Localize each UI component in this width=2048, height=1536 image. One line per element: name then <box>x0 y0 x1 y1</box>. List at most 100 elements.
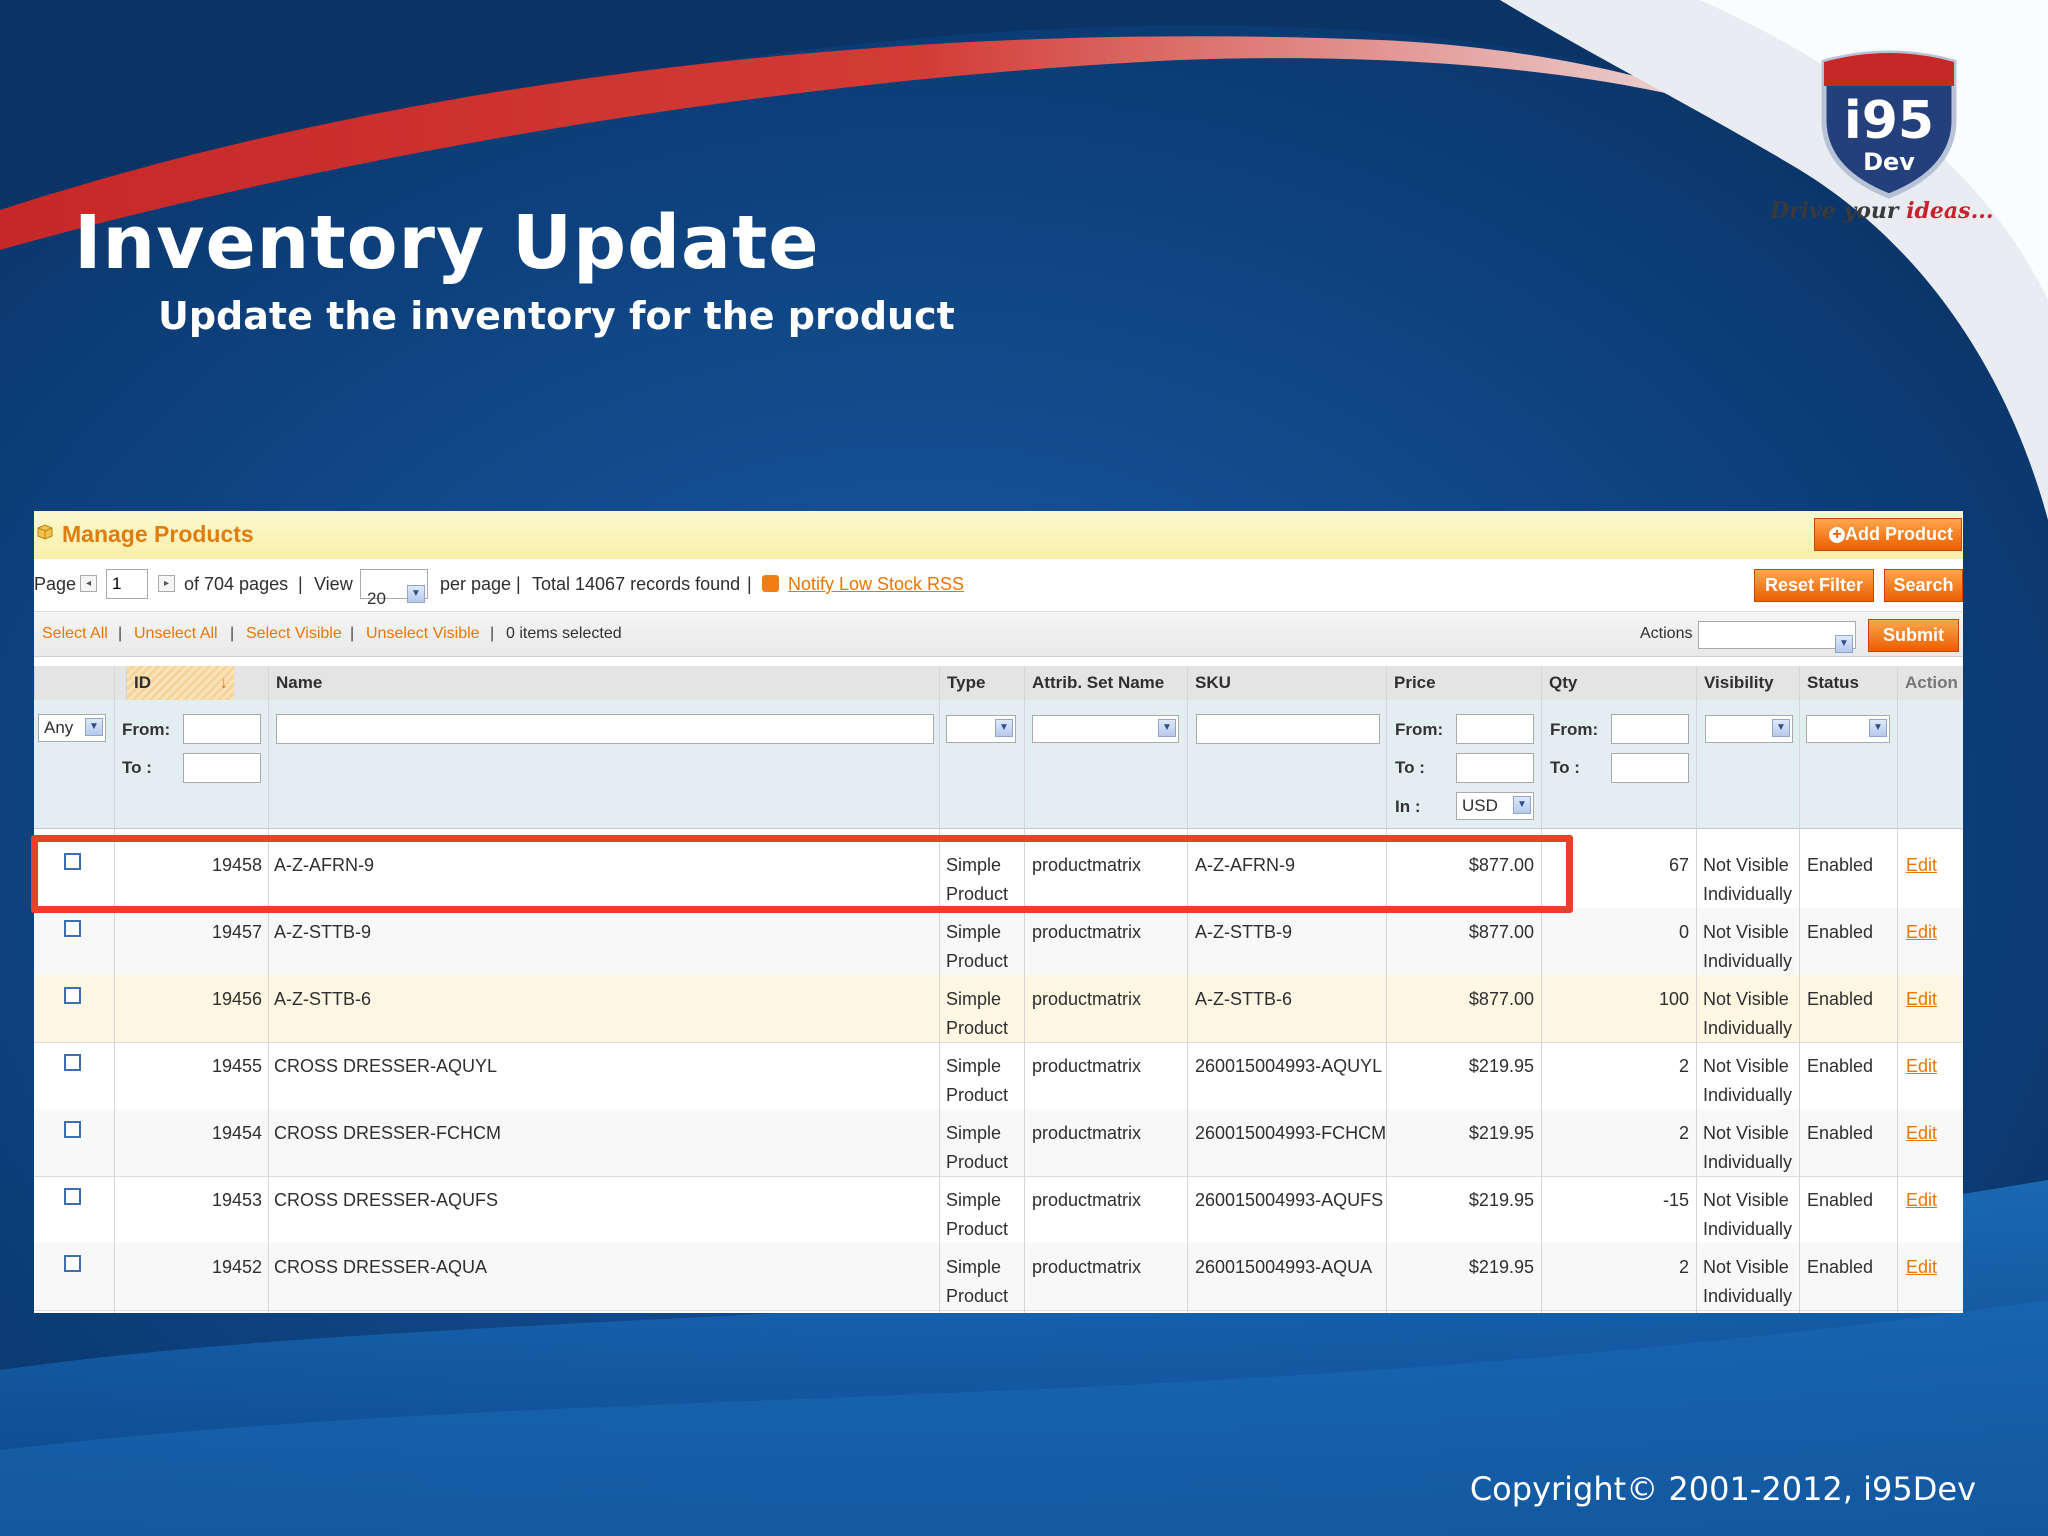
cell-price: $877.00 <box>1468 989 1534 1009</box>
add-product-button[interactable]: + Add Product <box>1814 518 1962 551</box>
sku-filter-input[interactable] <box>1196 714 1380 744</box>
cell-attrib-set: productmatrix <box>1032 1123 1142 1143</box>
edit-link[interactable]: Edit <box>1906 1119 1937 1148</box>
plus-icon: + <box>1829 527 1845 543</box>
cell-status: Enabled <box>1807 1190 1874 1210</box>
row-checkbox[interactable] <box>64 1121 81 1138</box>
cell-qty: 100 <box>1658 989 1689 1009</box>
cell-qty: 2 <box>1678 1056 1689 1076</box>
edit-link[interactable]: Edit <box>1906 1253 1937 1282</box>
visibility-filter-select[interactable]: ▼ <box>1705 715 1793 743</box>
chevron-down-icon: ▼ <box>1835 635 1853 653</box>
column-header-attrib-set[interactable]: Attrib. Set Name <box>1024 666 1187 700</box>
row-checkbox[interactable] <box>64 1188 81 1205</box>
cell-price: $219.95 <box>1468 1190 1534 1210</box>
id-to-input[interactable] <box>183 753 261 783</box>
cell-qty: 2 <box>1678 1123 1689 1143</box>
column-header-type[interactable]: Type <box>939 666 1024 700</box>
edit-link[interactable]: Edit <box>1906 851 1937 880</box>
column-header-action: Action <box>1897 666 1963 700</box>
column-divider <box>114 666 115 1313</box>
page-number-input[interactable] <box>106 569 148 599</box>
separator: | <box>118 625 123 642</box>
column-divider <box>1541 666 1542 1313</box>
price-from-label: From: <box>1395 720 1444 739</box>
qty-to-input[interactable] <box>1611 753 1689 783</box>
column-header-status[interactable]: Status <box>1799 666 1897 700</box>
qty-from-input[interactable] <box>1611 714 1689 744</box>
reset-filter-button[interactable]: Reset Filter <box>1754 569 1874 602</box>
grid-filter-row: Any ▼ From: To : ▼ ▼ From: To : In : USD… <box>34 700 1963 829</box>
massaction-filter-select[interactable]: Any ▼ <box>38 714 106 742</box>
edit-link[interactable]: Edit <box>1906 1186 1937 1215</box>
cell-id: 19454 <box>211 1123 262 1143</box>
separator: | <box>298 574 303 594</box>
table-row[interactable]: 19454 CROSS DRESSER-FCHCM Simple Product … <box>34 1109 1963 1177</box>
separator: | <box>490 625 495 642</box>
column-divider <box>268 666 269 1313</box>
search-button[interactable]: Search <box>1884 569 1963 602</box>
id-from-label: From: <box>122 720 171 739</box>
chevron-down-icon: ▼ <box>407 585 425 603</box>
column-header-id[interactable]: ID ↓ <box>126 666 234 700</box>
select-all-link[interactable]: Select All <box>42 625 108 643</box>
column-header-sku[interactable]: SKU <box>1187 666 1386 700</box>
type-filter-select[interactable]: ▼ <box>946 715 1016 743</box>
column-header-visibility[interactable]: Visibility <box>1696 666 1799 700</box>
status-filter-select[interactable]: ▼ <box>1806 715 1890 743</box>
price-from-input[interactable] <box>1456 714 1534 744</box>
prev-page-button[interactable]: ◂ <box>80 575 97 592</box>
table-row[interactable]: 19456 A-Z-STTB-6 Simple Product productma… <box>34 975 1963 1043</box>
notify-low-stock-rss-link[interactable]: Notify Low Stock RSS <box>788 574 964 595</box>
name-filter-input[interactable] <box>276 714 934 744</box>
column-header-price[interactable]: Price <box>1386 666 1541 700</box>
column-header-qty[interactable]: Qty <box>1541 666 1696 700</box>
logo-tagline: Drive your ideas... <box>1770 198 1994 224</box>
cell-attrib-set: productmatrix <box>1032 1056 1142 1076</box>
table-row[interactable]: 19457 A-Z-STTB-9 Simple Product productma… <box>34 908 1963 976</box>
column-header-massaction <box>34 666 114 700</box>
per-page-select[interactable]: 20 ▼ <box>360 569 428 608</box>
cell-id: 19453 <box>211 1190 262 1210</box>
row-checkbox[interactable] <box>64 1054 81 1071</box>
slide-title: Inventory Update <box>74 200 820 286</box>
edit-link[interactable]: Edit <box>1906 985 1937 1014</box>
rss-icon <box>762 575 779 592</box>
chevron-down-icon: ▼ <box>995 719 1013 737</box>
edit-link[interactable]: Edit <box>1906 918 1937 947</box>
unselect-all-link[interactable]: Unselect All <box>134 625 218 643</box>
price-to-input[interactable] <box>1456 753 1534 783</box>
page-heading: Manage Products <box>62 521 254 547</box>
attrib-set-filter-select[interactable]: ▼ <box>1032 715 1179 743</box>
grid-header-row: ID ↓ Name Type Attrib. Set Name SKU Pric… <box>34 666 1963 701</box>
table-row[interactable]: 19453 CROSS DRESSER-AQUFS Simple Product … <box>34 1176 1963 1244</box>
view-label: View <box>314 574 353 594</box>
edit-link[interactable]: Edit <box>1906 1052 1937 1081</box>
row-checkbox[interactable] <box>64 1255 81 1272</box>
cell-id: 19455 <box>211 1056 262 1076</box>
id-from-input[interactable] <box>183 714 261 744</box>
column-header-name[interactable]: Name <box>268 666 976 700</box>
row-checkbox[interactable] <box>64 920 81 937</box>
cell-id: 19456 <box>211 989 262 1009</box>
cell-price: $219.95 <box>1468 1257 1534 1277</box>
submit-button[interactable]: Submit <box>1868 619 1959 652</box>
cell-visibility: Not Visible Individually <box>1703 1056 1793 1105</box>
price-currency-label: In : <box>1395 797 1421 816</box>
table-row[interactable]: 19455 CROSS DRESSER-AQUYL Simple Product … <box>34 1042 1963 1110</box>
cell-status: Enabled <box>1807 855 1874 875</box>
currency-select[interactable]: USD ▼ <box>1456 792 1534 820</box>
currency-value: USD <box>1462 796 1498 815</box>
table-row[interactable]: 19452 CROSS DRESSER-AQUA Simple Product p… <box>34 1243 1963 1311</box>
next-page-button[interactable]: ▸ <box>158 575 175 592</box>
unselect-visible-link[interactable]: Unselect Visible <box>366 625 480 643</box>
select-visible-link[interactable]: Select Visible <box>246 625 342 643</box>
price-to-label: To : <box>1395 758 1425 777</box>
svg-text:Dev: Dev <box>1863 148 1915 176</box>
of-pages-text: of 704 pages <box>184 574 289 594</box>
column-divider <box>1897 666 1898 1313</box>
row-checkbox[interactable] <box>64 987 81 1004</box>
actions-label: Actions <box>1640 625 1693 642</box>
actions-select[interactable]: ▼ <box>1698 621 1856 653</box>
per-page-label: per page <box>440 574 512 594</box>
